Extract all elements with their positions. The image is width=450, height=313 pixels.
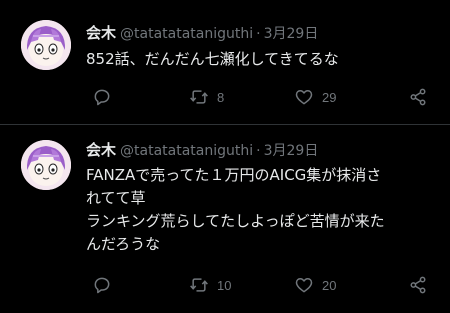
retweet-count: 10 <box>217 277 232 293</box>
like-count: 20 <box>322 277 337 293</box>
tweet[interactable]: 会木 @tatatatataniguthi · 3月29日 FANZAで売ってた１万円… <box>0 125 450 313</box>
like-icon <box>295 90 313 105</box>
display-name[interactable]: 会木 <box>86 141 116 159</box>
retweet-count: 8 <box>217 89 225 105</box>
separator-dot: · <box>256 143 261 159</box>
tweet-actions: 10 20 <box>86 274 436 296</box>
user-handle[interactable]: @tatatatataniguthi <box>120 26 253 42</box>
retweet-icon <box>190 278 208 292</box>
share-button[interactable] <box>408 274 428 296</box>
like-button[interactable]: 29 <box>294 86 336 108</box>
separator-dot: · <box>256 26 261 42</box>
tweet-date[interactable]: 3月29日 <box>264 26 319 42</box>
tweet[interactable]: 会木 @tatatatataniguthi · 3月29日 852話、だんだん七瀬化し… <box>0 0 450 124</box>
tweet-date[interactable]: 3月29日 <box>264 143 319 159</box>
tweet-text-line: れてて草 <box>86 189 146 207</box>
tweet-text: FANZAで売ってた１万円のAICG集が抹消さ れてて草 ランキング荒らしてたし… <box>86 164 438 256</box>
avatar[interactable] <box>21 20 71 70</box>
like-icon <box>295 278 313 293</box>
share-icon <box>410 88 426 106</box>
avatar-image <box>21 20 71 70</box>
reply-button[interactable] <box>92 86 112 108</box>
display-name[interactable]: 会木 <box>86 24 116 42</box>
reply-icon <box>94 277 110 294</box>
tweet-actions: 8 29 <box>86 86 436 108</box>
user-handle[interactable]: @tatatatataniguthi <box>120 143 253 159</box>
retweet-button[interactable]: 10 <box>189 274 231 296</box>
tweet-text-line: 852話、だんだん七瀬化してきてるな <box>86 50 339 68</box>
tweet-text-line: ランキング荒らしてたしよっぽど苦情が来た <box>86 212 385 230</box>
avatar[interactable] <box>21 140 71 190</box>
tweet-text-line: んだろうな <box>86 235 161 253</box>
reply-button[interactable] <box>92 274 112 296</box>
like-count: 29 <box>322 89 337 105</box>
retweet-icon <box>190 90 208 104</box>
tweet-header: 会木 @tatatatataniguthi · 3月29日 <box>86 24 318 43</box>
reply-icon <box>94 89 110 106</box>
tweet-text-line: FANZAで売ってた１万円のAICG集が抹消さ <box>86 166 382 184</box>
tweet-text: 852話、だんだん七瀬化してきてるな <box>86 48 438 71</box>
tweet-header: 会木 @tatatatataniguthi · 3月29日 <box>86 141 318 160</box>
like-button[interactable]: 20 <box>294 274 336 296</box>
share-button[interactable] <box>408 86 428 108</box>
avatar-image <box>21 140 71 190</box>
share-icon <box>410 276 426 294</box>
retweet-button[interactable]: 8 <box>189 86 224 108</box>
